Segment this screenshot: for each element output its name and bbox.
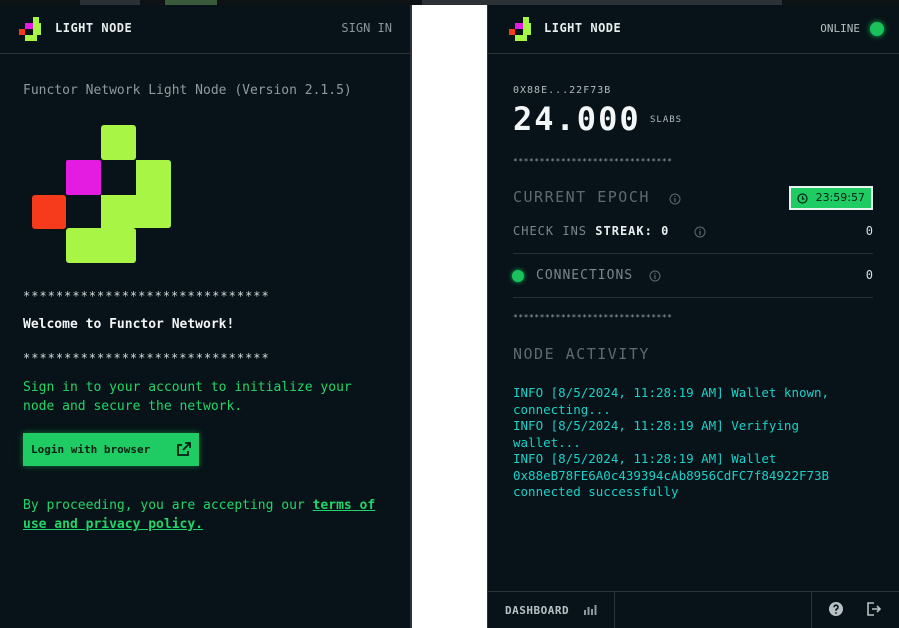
checkins-label: CHECK INS bbox=[513, 224, 588, 238]
epoch-timer-value: 23:59:57 bbox=[815, 191, 865, 204]
connection-status-icon bbox=[512, 270, 524, 282]
version-text: Functor Network Light Node (Version 2.1.… bbox=[23, 83, 352, 98]
row-divider bbox=[513, 253, 873, 254]
light-node-logo bbox=[509, 17, 531, 41]
right-header: LIGHT NODE ONLINE bbox=[488, 5, 899, 54]
signin-panel: LIGHT NODE SIGN IN Functor Network Light… bbox=[0, 5, 412, 628]
balance-unit: SLABS bbox=[650, 115, 683, 125]
activity-log: INFO [8/5/2024, 11:28:19 AM] Wallet know… bbox=[513, 385, 873, 501]
consent-text: By proceeding, you are accepting our ter… bbox=[23, 496, 383, 534]
row-divider bbox=[513, 297, 873, 298]
dashboard-link[interactable]: DASHBOARD bbox=[505, 604, 569, 617]
log-entry: INFO [8/5/2024, 11:28:19 AM] Wallet know… bbox=[513, 385, 830, 417]
wallet-address: 0X88E...22F73B bbox=[513, 85, 612, 96]
online-indicator-icon bbox=[870, 22, 884, 36]
external-link-icon bbox=[177, 442, 191, 456]
logout-icon[interactable] bbox=[865, 601, 881, 617]
current-epoch-label: CURRENT EPOCH bbox=[513, 188, 650, 206]
footer-separator bbox=[614, 592, 615, 628]
checkins-value: 0 bbox=[865, 224, 873, 238]
info-icon[interactable] bbox=[649, 270, 661, 282]
log-entry: INFO [8/5/2024, 11:28:19 AM] Verifying w… bbox=[513, 418, 799, 450]
connections-value: 0 bbox=[865, 268, 873, 282]
login-with-browser-button[interactable]: Login with browser bbox=[23, 433, 199, 466]
star-divider: ****************************** bbox=[23, 351, 270, 365]
epoch-timer: 23:59:57 bbox=[789, 186, 873, 210]
star-divider: ****************************** bbox=[513, 313, 673, 322]
bottom-nav: DASHBOARD bbox=[488, 591, 899, 628]
consent-prefix: By proceeding, you are accepting our bbox=[23, 498, 313, 513]
streak-label: STREAK: 0 bbox=[595, 224, 670, 238]
online-status: ONLINE bbox=[820, 22, 860, 35]
balance-value: 24.000 bbox=[513, 100, 641, 138]
functor-logo-large bbox=[32, 125, 171, 263]
bar-chart-icon[interactable] bbox=[583, 602, 597, 616]
info-icon[interactable] bbox=[694, 226, 706, 238]
node-dashboard-panel: LIGHT NODE ONLINE 0X88E...22F73B 24.000 … bbox=[487, 5, 899, 628]
footer-separator bbox=[811, 592, 812, 628]
login-button-label: Login with browser bbox=[31, 443, 151, 456]
sign-in-link[interactable]: SIGN IN bbox=[341, 21, 392, 35]
clock-icon bbox=[797, 193, 808, 204]
brand-name: LIGHT NODE bbox=[544, 21, 622, 35]
left-header: LIGHT NODE SIGN IN bbox=[0, 5, 410, 54]
help-icon[interactable] bbox=[828, 601, 844, 617]
connections-label: CONNECTIONS bbox=[536, 268, 634, 283]
signin-description: Sign in to your account to initialize yo… bbox=[23, 380, 352, 414]
checkins-row: CHECK INS STREAK: 0 bbox=[513, 224, 669, 238]
welcome-heading: Welcome to Functor Network! bbox=[23, 317, 235, 332]
star-divider: ****************************** bbox=[513, 157, 673, 166]
light-node-logo bbox=[19, 17, 41, 41]
log-entry: INFO [8/5/2024, 11:28:19 AM] Wallet 0x88… bbox=[513, 451, 830, 499]
brand-name: LIGHT NODE bbox=[55, 21, 133, 35]
star-divider: ****************************** bbox=[23, 289, 270, 303]
info-icon[interactable] bbox=[669, 193, 681, 205]
node-activity-title: NODE ACTIVITY bbox=[513, 345, 650, 363]
